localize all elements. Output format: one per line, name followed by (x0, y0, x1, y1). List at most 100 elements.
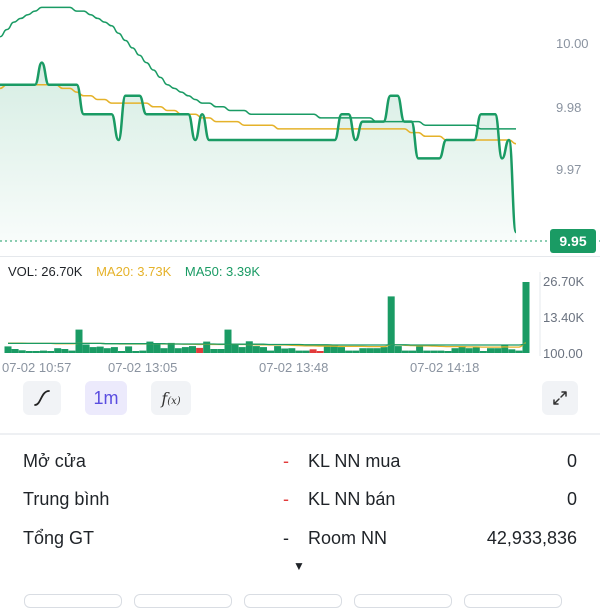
volume-bar (345, 350, 353, 353)
function-icon: f(x) (161, 388, 181, 408)
volume-bar (82, 344, 90, 353)
bottom-button[interactable] (464, 594, 562, 608)
info-label: Room NN (308, 528, 388, 548)
volume-bar (380, 347, 388, 353)
volume-bar (181, 347, 189, 353)
volume-bar (352, 350, 360, 353)
line-curve-icon (34, 390, 50, 406)
volume-bar (96, 346, 104, 353)
volume-bar (437, 350, 445, 353)
volume-bar (267, 350, 274, 353)
time-label: 07-02 13:48 (259, 360, 329, 375)
volume-bar (487, 348, 494, 353)
volume-axis-label: 13.40K (543, 310, 585, 325)
info-row-total-value: Tổng GT - Room NN 42,933,836 (0, 519, 600, 557)
expand-caret-icon[interactable]: ▼ (293, 559, 305, 573)
volume-bar (89, 347, 97, 353)
volume-bar (309, 349, 317, 353)
info-label: Tổng GT (23, 528, 95, 548)
volume-bar (323, 346, 331, 353)
interval-button[interactable]: 1m (85, 381, 127, 415)
volume-bar (522, 282, 530, 353)
volume-bar (401, 350, 409, 353)
volume-bar (338, 347, 345, 353)
volume-bar (217, 349, 225, 353)
volume-bar (40, 350, 47, 353)
volume-bar (196, 347, 204, 353)
volume-bar (508, 349, 516, 353)
volume-bar (25, 351, 33, 353)
fullscreen-button[interactable] (542, 381, 578, 415)
volume-bar (252, 346, 260, 353)
volume-bar (103, 348, 111, 353)
bottom-button[interactable] (134, 594, 232, 608)
volume-bar (224, 329, 232, 353)
volume-bar (409, 350, 416, 353)
info-value: 0 (566, 451, 577, 471)
price-area (0, 62, 516, 241)
volume-bar (245, 341, 253, 353)
volume-chart[interactable] (0, 272, 600, 356)
volume-bar (203, 341, 211, 353)
time-label: 07-02 14:18 (410, 360, 480, 375)
info-value: - (283, 528, 289, 548)
volume-bar (260, 347, 267, 353)
info-label: KL NN mua (308, 451, 401, 471)
volume-bar (302, 350, 310, 353)
info-value: 0 (566, 489, 577, 509)
volume-axis-label: 100.00 (543, 346, 583, 361)
volume-bar (479, 351, 487, 353)
info-row-open: Mở cửa - KL NN mua 0 (0, 442, 600, 480)
volume-bar (160, 348, 168, 353)
chart-divider (0, 256, 600, 257)
price-axis-label: 10.00 (556, 36, 589, 51)
volume-bar (515, 350, 523, 353)
volume-bar (231, 344, 239, 353)
expand-icon (553, 391, 567, 405)
chart-type-button[interactable] (23, 381, 61, 415)
info-label: Trung bình (23, 489, 110, 509)
volume-bar (174, 348, 182, 353)
volume-bar (238, 347, 246, 353)
bottom-button[interactable] (24, 594, 122, 608)
price-chart[interactable] (0, 0, 600, 256)
volume-bar (110, 347, 118, 353)
volume-bar (472, 347, 480, 353)
volume-bar (4, 346, 12, 353)
volume-bars (4, 282, 530, 353)
volume-bar (465, 348, 473, 353)
info-label: Mở cửa (23, 451, 86, 471)
volume-bar (444, 351, 452, 353)
volume-bar (394, 346, 402, 353)
indicator-button[interactable]: f(x) (151, 381, 191, 415)
volume-bar (189, 346, 196, 353)
info-value: - (283, 489, 289, 509)
time-label: 07-02 13:05 (108, 360, 178, 375)
volume-bar (359, 348, 367, 353)
info-label: KL NN bán (308, 489, 396, 509)
volume-bar (47, 351, 55, 353)
last-price-badge: 9.95 (550, 229, 596, 253)
volume-bar (430, 350, 438, 353)
volume-bar (501, 344, 509, 353)
volume-bar (132, 351, 140, 353)
volume-bar (288, 348, 296, 353)
volume-bar (68, 350, 76, 353)
volume-bar (118, 351, 125, 353)
volume-bar (494, 348, 502, 353)
volume-bar (210, 349, 218, 353)
volume-bar (139, 350, 147, 353)
info-value: - (283, 451, 289, 471)
price-axis-label: 9.98 (556, 100, 582, 115)
price-axis-label: 9.97 (556, 162, 582, 177)
bottom-button[interactable] (244, 594, 342, 608)
volume-bar (18, 350, 26, 353)
bottom-button[interactable] (354, 594, 452, 608)
info-row-average: Trung bình - KL NN bán 0 (0, 480, 600, 518)
volume-bar (281, 348, 289, 353)
time-label: 07-02 10:57 (2, 360, 72, 375)
volume-bar (274, 346, 282, 353)
volume-bar (423, 350, 431, 353)
volume-bar (316, 351, 324, 353)
volume-bar (416, 346, 424, 353)
